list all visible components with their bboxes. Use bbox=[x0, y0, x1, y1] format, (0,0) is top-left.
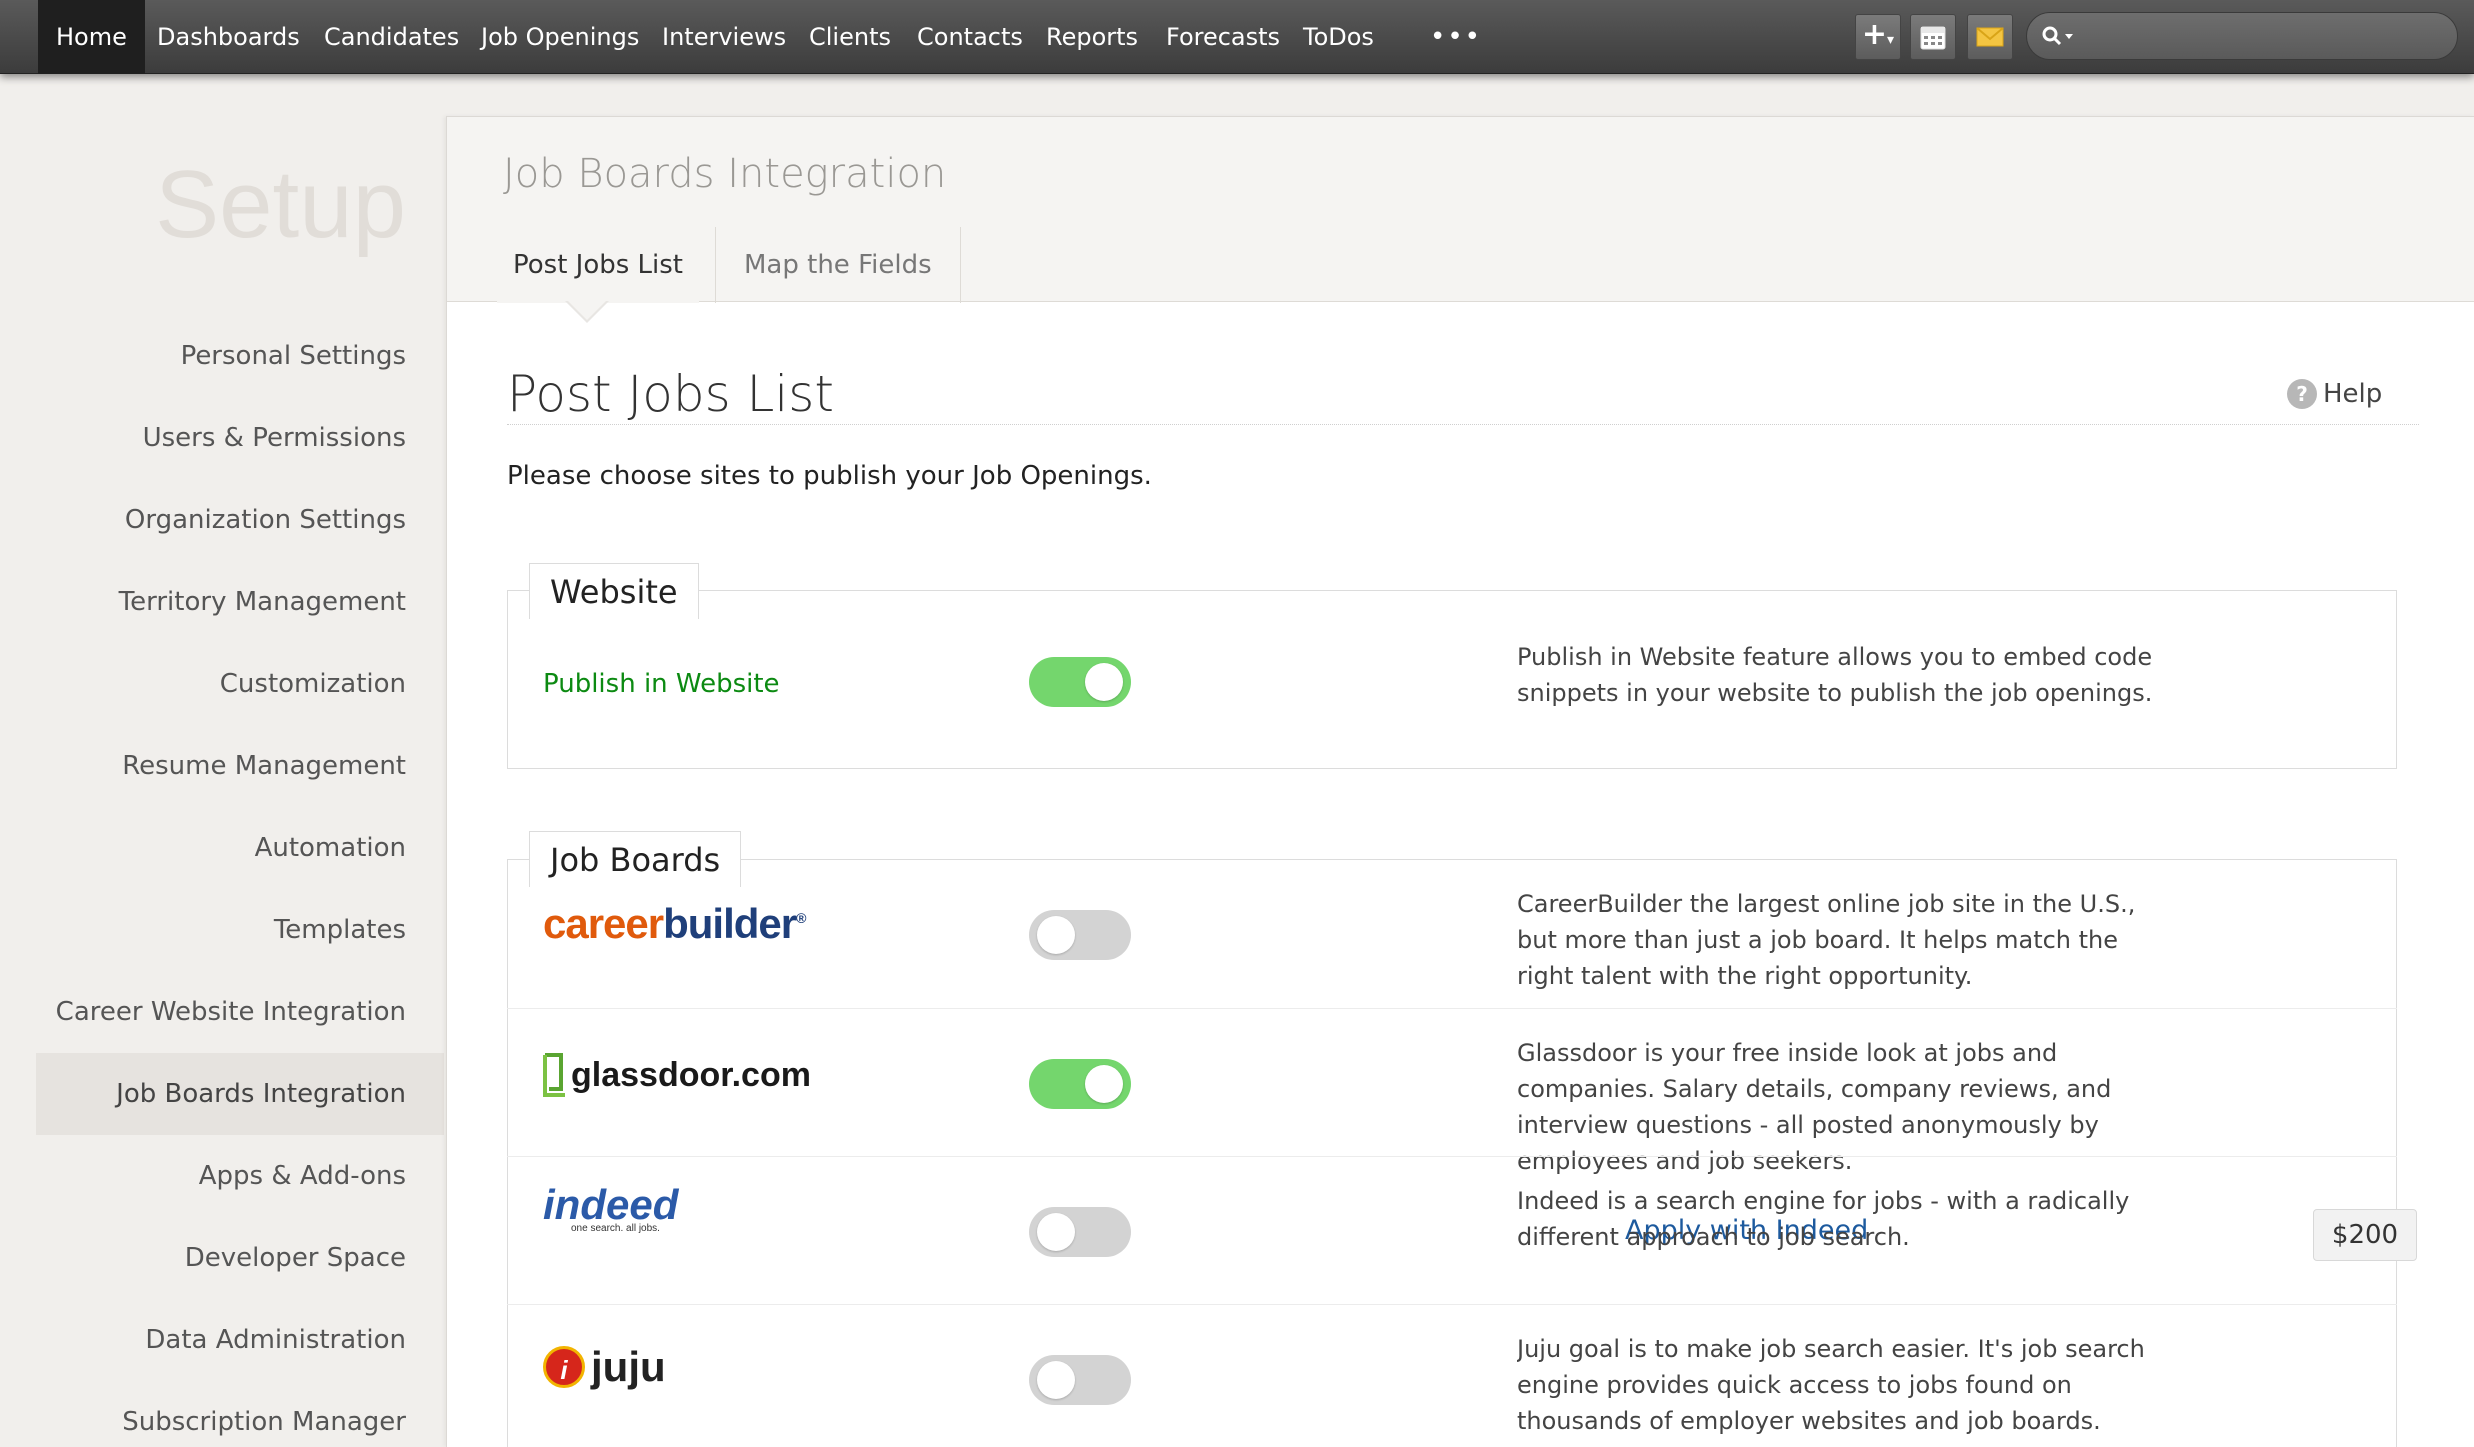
toggle-knob bbox=[1085, 663, 1123, 701]
indeed-price-badge: $200 bbox=[2313, 1209, 2417, 1261]
indeed-logo: indeed one search. all jobs. bbox=[543, 1181, 679, 1234]
nav-home[interactable]: Home bbox=[38, 0, 145, 74]
nav-candidates[interactable]: Candidates bbox=[324, 0, 459, 74]
sidebar-item-data-administration[interactable]: Data Administration bbox=[36, 1299, 444, 1381]
page-title: Job Boards Integration bbox=[503, 151, 947, 197]
tab-map-the-fields[interactable]: Map the Fields bbox=[715, 227, 961, 303]
glassdoor-mark-icon bbox=[543, 1053, 565, 1097]
job-board-row-glassdoor: glassdoor.com Glassdoor is your free ins… bbox=[507, 1008, 2397, 1175]
juju-description: Juju goal is to make job search easier. … bbox=[1517, 1335, 2145, 1435]
sidebar-item-job-boards-integration[interactable]: Job Boards Integration bbox=[36, 1053, 444, 1135]
main-panel: Job Boards Integration Post Jobs List Ma… bbox=[446, 116, 2474, 1447]
sidebar-item-developer-space[interactable]: Developer Space bbox=[36, 1217, 444, 1299]
add-button[interactable]: +▾ bbox=[1855, 14, 1901, 60]
glassdoor-logo: glassdoor.com bbox=[543, 1053, 811, 1097]
toggle-knob bbox=[1037, 916, 1075, 954]
toggle-knob bbox=[1037, 1361, 1075, 1399]
heading-divider bbox=[507, 424, 2419, 425]
top-navigation-bar: Home Dashboards Candidates Job Openings … bbox=[0, 0, 2474, 74]
indeed-toggle[interactable] bbox=[1029, 1207, 1131, 1257]
help-icon: ? bbox=[2287, 379, 2317, 409]
calendar-icon bbox=[1920, 26, 1946, 50]
juju-toggle[interactable] bbox=[1029, 1355, 1131, 1405]
toggle-knob bbox=[1085, 1065, 1123, 1103]
nav-clients[interactable]: Clients bbox=[809, 0, 891, 74]
help-link[interactable]: ? Help bbox=[2287, 379, 2382, 409]
careerbuilder-toggle[interactable] bbox=[1029, 910, 1131, 960]
indeed-description: Indeed is a search engine for jobs - wit… bbox=[1517, 1187, 2130, 1251]
juju-logo: i juju bbox=[543, 1343, 666, 1391]
sidebar-item-territory-management[interactable]: Territory Management bbox=[36, 561, 444, 643]
nav-contacts[interactable]: Contacts bbox=[917, 0, 1023, 74]
sidebar-item-users-permissions[interactable]: Users & Permissions bbox=[36, 397, 444, 479]
publish-in-website-description: Publish in Website feature allows you to… bbox=[1517, 643, 2153, 707]
website-row: Publish in Website Publish in Website fe… bbox=[507, 591, 2397, 768]
sidebar-item-organization-settings[interactable]: Organization Settings bbox=[36, 479, 444, 561]
nav-todos[interactable]: ToDos bbox=[1303, 0, 1374, 74]
intro-text: Please choose sites to publish your Job … bbox=[507, 461, 1152, 491]
sidebar-item-subscription-manager[interactable]: Subscription Manager bbox=[36, 1381, 444, 1447]
mail-icon bbox=[1976, 27, 2004, 47]
search-input[interactable] bbox=[2026, 12, 2458, 60]
sidebar-item-apps-addons[interactable]: Apps & Add-ons bbox=[36, 1135, 444, 1217]
sidebar-item-templates[interactable]: Templates bbox=[36, 889, 444, 971]
publish-in-website-link[interactable]: Publish in Website bbox=[543, 669, 780, 699]
job-board-row-indeed: indeed one search. all jobs. Apply with I… bbox=[507, 1156, 2417, 1304]
section-heading: Post Jobs List bbox=[507, 365, 834, 423]
nav-dashboards[interactable]: Dashboards bbox=[157, 0, 300, 74]
search-icon bbox=[2042, 26, 2073, 46]
sidebar-item-personal-settings[interactable]: Personal Settings bbox=[36, 315, 444, 397]
add-icon: +▾ bbox=[1861, 16, 1895, 52]
panel-header: Job Boards Integration Post Jobs List Ma… bbox=[447, 117, 2474, 303]
active-tab-pointer-fill bbox=[568, 301, 606, 320]
more-menu-button[interactable]: ••• bbox=[1430, 20, 1482, 54]
publish-in-website-toggle[interactable] bbox=[1029, 657, 1131, 707]
juju-mark-icon: i bbox=[543, 1346, 585, 1388]
help-label: Help bbox=[2323, 379, 2383, 409]
sidebar-item-automation[interactable]: Automation bbox=[36, 807, 444, 889]
nav-job-openings[interactable]: Job Openings bbox=[481, 0, 639, 74]
glassdoor-toggle[interactable] bbox=[1029, 1059, 1131, 1109]
job-board-row-juju: i juju Juju goal is to make job search e… bbox=[507, 1304, 2397, 1447]
nav-reports[interactable]: Reports bbox=[1046, 0, 1138, 74]
nav-forecasts[interactable]: Forecasts bbox=[1166, 0, 1280, 74]
careerbuilder-logo: careerbuilder® bbox=[543, 900, 807, 947]
calendar-button[interactable] bbox=[1910, 14, 1956, 60]
nav-interviews[interactable]: Interviews bbox=[662, 0, 786, 74]
sidebar-title: Setup bbox=[155, 151, 406, 258]
sidebar-item-career-website-integration[interactable]: Career Website Integration bbox=[36, 971, 444, 1053]
sidebar-item-resume-management[interactable]: Resume Management bbox=[36, 725, 444, 807]
job-board-row-careerbuilder: careerbuilder® CareerBuilder the largest… bbox=[507, 860, 2397, 1008]
mail-button[interactable] bbox=[1967, 14, 2013, 60]
toggle-knob bbox=[1037, 1213, 1075, 1251]
tab-post-jobs-list[interactable]: Post Jobs List bbox=[497, 227, 700, 303]
careerbuilder-description: CareerBuilder the largest online job sit… bbox=[1517, 890, 2136, 990]
sidebar-item-customization[interactable]: Customization bbox=[36, 643, 444, 725]
